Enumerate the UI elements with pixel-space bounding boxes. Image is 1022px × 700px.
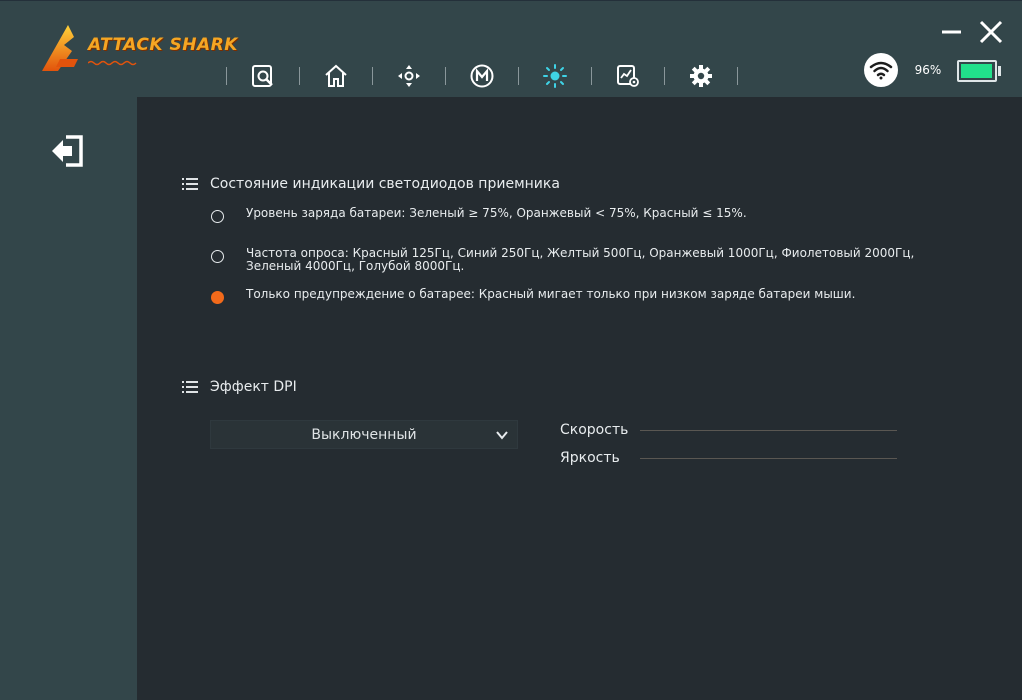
wave-icon (88, 60, 137, 66)
minimize-button[interactable] (939, 19, 965, 45)
option-label: Уровень заряда батареи: Зеленый ≥ 75%, О… (246, 206, 747, 220)
dpi-section-title: Эффект DPI (182, 379, 297, 395)
dpad-icon (398, 65, 420, 87)
option-label: Частота опроса: Красный 125Гц, Синий 250… (246, 246, 915, 273)
logo-text: ATTACK SHARK (88, 35, 238, 55)
exit-back-icon (52, 135, 83, 167)
nav-search-document[interactable] (227, 59, 299, 93)
radio-button-selected[interactable] (211, 291, 224, 304)
app-logo: ATTACK SHARK (38, 23, 238, 79)
connection-status (864, 53, 898, 87)
sidebar (0, 97, 137, 700)
led-section-title: Состояние индикации светодиодов приемник… (182, 176, 560, 192)
wifi-icon (869, 61, 893, 80)
battery-fill (961, 64, 992, 78)
main-nav (226, 59, 738, 93)
nav-home[interactable] (300, 59, 372, 93)
close-button[interactable] (978, 19, 1004, 45)
list-icon (182, 178, 198, 190)
dropdown-value: Выключенный (311, 426, 417, 443)
light-icon (543, 64, 567, 88)
brightness-label: Яркость (560, 450, 620, 466)
speed-label: Скорость (560, 422, 629, 438)
back-button[interactable] (50, 134, 86, 168)
macro-m-icon (470, 64, 494, 88)
performance-icon (617, 65, 639, 87)
radio-button[interactable] (211, 250, 224, 263)
battery-indicator (957, 60, 997, 82)
nav-settings[interactable] (665, 59, 737, 93)
led-section-label: Состояние индикации светодиодов приемник… (210, 176, 560, 192)
nav-macro[interactable] (446, 59, 518, 93)
search-document-icon (252, 65, 273, 87)
gear-icon (690, 65, 712, 87)
led-option-battery-level[interactable]: Уровень заряда батареи: Зеленый ≥ 75%, О… (211, 207, 966, 223)
brightness-slider[interactable] (640, 458, 897, 459)
chevron-down-icon (496, 431, 508, 440)
nav-performance[interactable] (592, 59, 664, 93)
option-label: Только предупреждение о батарее: Красный… (246, 287, 856, 301)
dpi-section-label: Эффект DPI (210, 379, 297, 395)
nav-divider (737, 67, 738, 85)
battery-percent: 96% (914, 63, 942, 77)
nav-light[interactable] (519, 59, 591, 93)
speed-slider[interactable] (640, 430, 897, 431)
led-option-battery-warning[interactable]: Только предупреждение о батарее: Красный… (211, 288, 966, 304)
header-bar: ATTACK SHARK 96% (0, 0, 1022, 97)
list-icon (182, 381, 198, 393)
minimize-icon (942, 30, 961, 34)
battery-tip (998, 66, 1001, 76)
home-icon (325, 64, 347, 87)
nav-buttons[interactable] (373, 59, 445, 93)
dpi-effect-dropdown[interactable]: Выключенный (210, 420, 518, 449)
close-icon (979, 20, 1003, 44)
led-option-polling-rate[interactable]: Частота опроса: Красный 125Гц, Синий 250… (211, 247, 966, 273)
radio-button[interactable] (211, 210, 224, 223)
